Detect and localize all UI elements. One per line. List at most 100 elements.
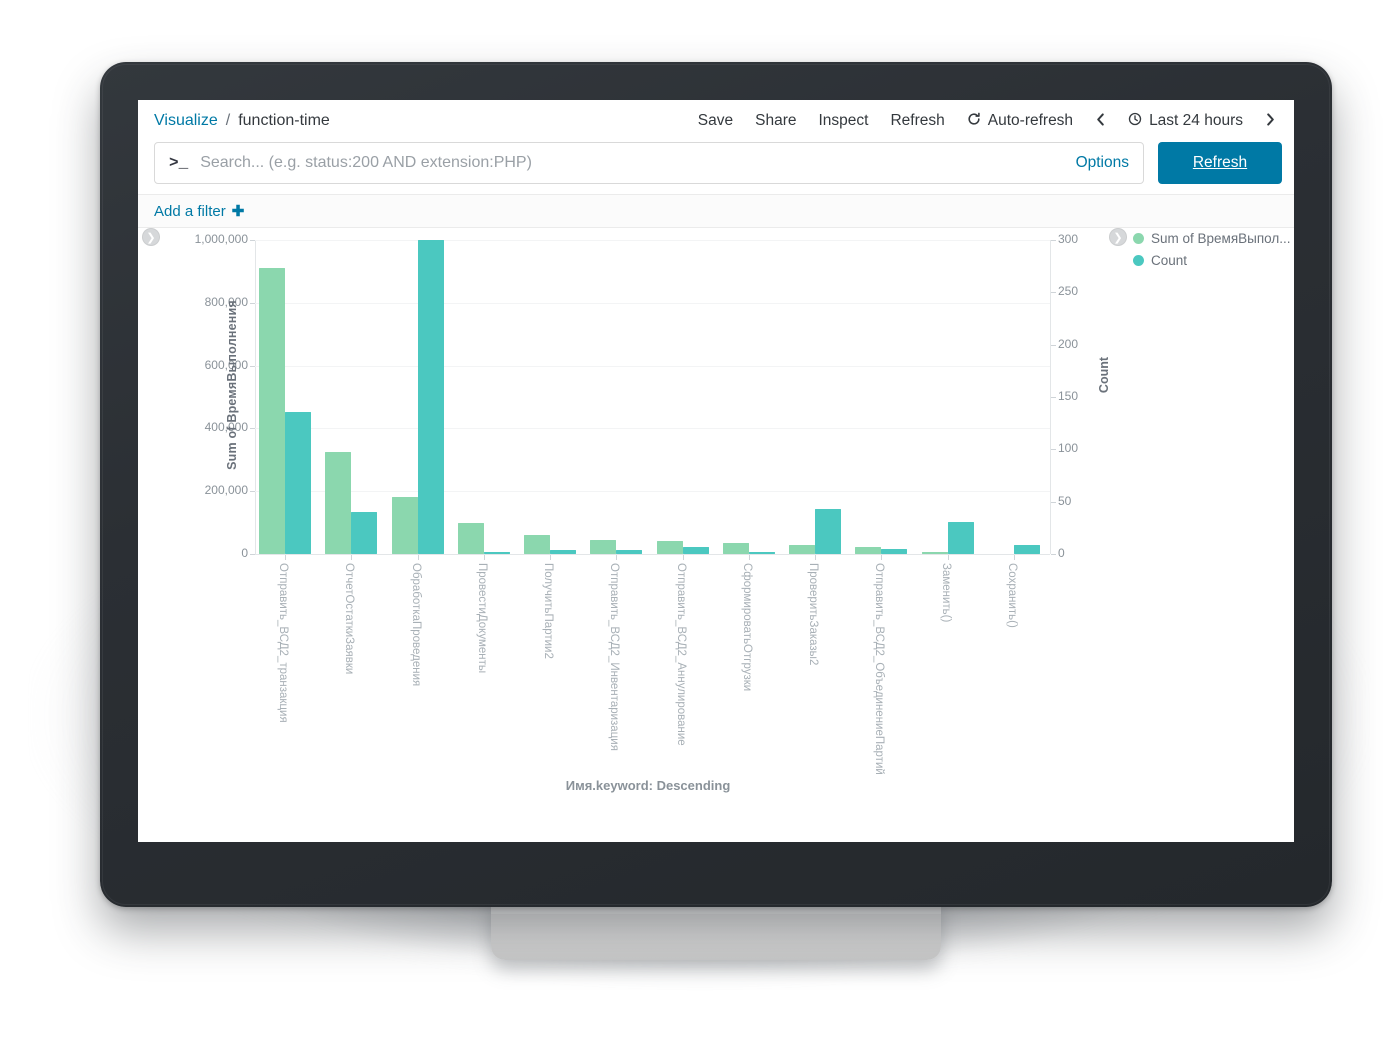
y-axis-tick-left: 1,000,000 [194,232,248,246]
bar-count[interactable] [550,549,576,554]
share-button[interactable]: Share [755,112,796,130]
clock-icon [1128,112,1142,130]
search-placeholder: Search... (e.g. status:200 AND extension… [200,154,532,171]
y-axis-tick-right: 0 [1058,546,1065,560]
x-axis-tick-label[interactable]: ОбработкаПроведения [410,563,422,686]
tick-mark [250,303,255,304]
x-axis-tick-label[interactable]: ПровестиДокументы [476,563,488,673]
bar-sum-time[interactable] [590,539,617,554]
bar-count[interactable] [483,551,510,554]
scene-backdrop: Visualize / function-time Save Share Ins… [0,0,1400,1039]
query-refresh-button[interactable]: Refresh [1158,142,1282,184]
time-range-picker[interactable]: Last 24 hours [1128,112,1243,130]
bar-count[interactable] [616,549,643,554]
tick-mark [1051,554,1056,555]
tick-mark [748,555,750,560]
x-axis-tick-label[interactable]: Сохранить() [1006,563,1018,628]
time-prev-button[interactable] [1095,112,1106,130]
bar-sum-time[interactable] [722,543,749,554]
refresh-button[interactable]: Refresh [890,112,944,130]
save-button[interactable]: Save [698,112,733,130]
bar-sum-time[interactable] [457,523,484,554]
y-axis-line-left [255,240,256,554]
bar-sum-time[interactable] [524,534,550,554]
y-axis-title-left: Sum of ВремяВыполнения [225,300,239,470]
tick-mark [250,428,255,429]
bar-sum-time[interactable] [259,268,285,554]
legend-color-dot [1133,233,1144,244]
visualization-panel: ❯ ❯ 0 200,000 400,000 600,000 800,000 1,000,0… [138,228,1294,842]
tick-mark [250,554,255,555]
search-input[interactable]: >_ Search... (e.g. status:200 AND extens… [154,142,1144,184]
time-range-label: Last 24 hours [1149,112,1243,129]
bar-count[interactable] [947,521,974,554]
topbar-actions: Save Share Inspect Refresh Auto-refresh [698,112,1276,130]
tick-mark [881,555,883,560]
chart-legend: Sum of ВремяВыпол... Count [1133,231,1291,268]
y-axis-tick-left: 0 [241,546,248,560]
tick-mark [351,555,353,560]
breadcrumb-root[interactable]: Visualize [154,112,218,130]
x-axis-line [255,554,1050,555]
bar-sum-time[interactable] [789,545,815,554]
legend-label: Sum of ВремяВыпол... [1151,231,1291,246]
tick-mark [1051,502,1056,503]
tick-mark [1051,397,1056,398]
breadcrumb-separator: / [225,112,231,129]
add-filter-label: Add a filter [154,202,226,220]
x-axis-title: Имя.keyword: Descending [565,778,731,793]
y-axis-tick-right: 300 [1058,232,1079,246]
bar-sum-time[interactable] [855,546,882,554]
gridline [255,240,1050,241]
tick-mark [1051,292,1056,293]
time-next-button[interactable] [1265,112,1276,130]
x-axis-tick-label[interactable]: Отправить_ВСД2_Аннулирование [675,563,687,746]
tick-mark [250,366,255,367]
inspect-button[interactable]: Inspect [819,112,869,130]
bar-sum-time[interactable] [325,451,352,554]
bar-count[interactable] [682,546,709,554]
auto-refresh-button[interactable]: Auto-refresh [967,112,1073,130]
plus-icon: ✚ [231,203,245,220]
options-button[interactable]: Options [1076,154,1129,172]
x-axis-tick-label[interactable]: ОтчетОстаткиЗаявки [343,563,355,674]
y-axis-tick-right: 100 [1058,441,1079,456]
bar-count[interactable] [417,240,444,554]
x-axis-tick-label[interactable]: Отправить_ВСД2_транзакция [277,563,289,723]
bar-count[interactable] [285,411,311,554]
x-axis-tick-label[interactable]: ПроверитьЗаказы2 [807,563,819,665]
x-axis-tick-label[interactable]: СформироватьОтгрузки [741,563,753,691]
bar-sum-time[interactable] [391,497,418,554]
y-axis-tick-right: 50 [1058,493,1072,508]
tick-mark [1051,345,1056,346]
tick-mark [285,555,286,560]
legend-item[interactable]: Count [1133,253,1291,268]
tick-mark [483,555,485,560]
tick-mark [682,555,684,560]
y-axis-title-right: Count [1097,356,1111,394]
bar-sum-time[interactable] [921,552,948,554]
add-filter-button[interactable]: Add a filter ✚ [154,202,245,221]
monitor-bezel: Visualize / function-time Save Share Ins… [100,62,1332,907]
x-axis-tick-label[interactable]: Отправить_ВСД2_Инвентаризация [608,563,620,751]
bar-count[interactable] [1013,544,1040,554]
y-axis-tick-left: 200,000 [204,483,248,498]
tick-mark [550,555,551,560]
bar-count[interactable] [748,551,775,554]
breadcrumb: Visualize / function-time [154,112,330,130]
legend-item[interactable]: Sum of ВремяВыпол... [1133,231,1291,246]
bar-count[interactable] [815,509,841,554]
gridline [255,366,1050,367]
bar-count[interactable] [351,512,378,554]
chart-plot-area: 0 200,000 400,000 600,000 800,000 1,000,000 0 5… [138,228,1294,842]
x-axis-tick-label[interactable]: Заменить() [940,563,952,622]
monitor-stand [491,898,941,960]
bar-sum-time[interactable] [656,541,683,554]
refresh-cycle-icon [967,112,981,130]
tick-mark [250,240,255,241]
bar-count[interactable] [881,548,908,554]
x-axis-tick-label[interactable]: ПолучитьПартии2 [542,563,554,659]
breadcrumb-current: function-time [238,112,330,129]
x-axis-tick-label[interactable]: Отправить_ВСД2_ОбъединениеПартий [873,563,885,775]
tick-mark [616,555,618,560]
